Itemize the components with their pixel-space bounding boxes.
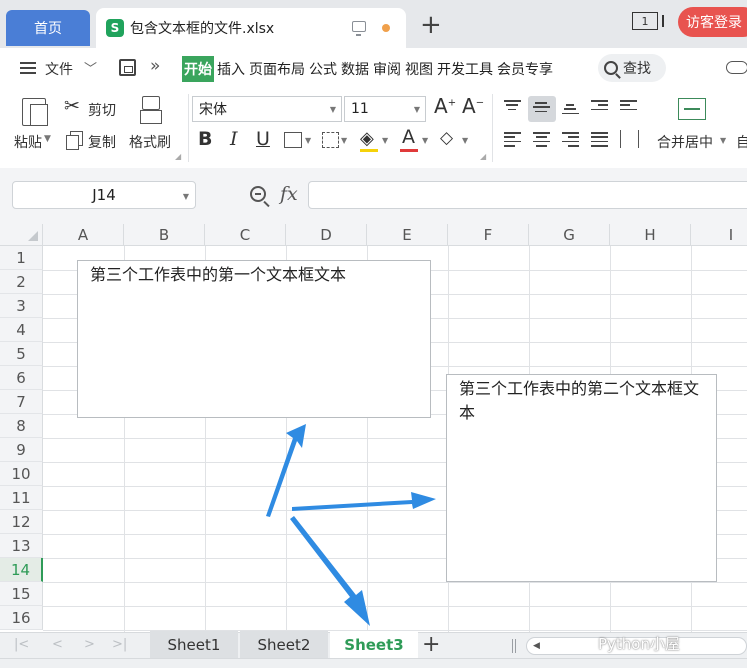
new-tab-button[interactable]: +: [420, 12, 442, 38]
prev-sheet-icon[interactable]: <: [52, 637, 63, 652]
first-sheet-icon[interactable]: |<: [14, 637, 29, 652]
save-icon[interactable]: [119, 59, 136, 76]
chevron-down-icon[interactable]: ▼: [720, 136, 726, 145]
tab-home[interactable]: 首页: [6, 10, 90, 46]
decrease-font-icon[interactable]: A−: [462, 94, 484, 118]
ribbon-tabs: 开始 插入 页面布局 公式 数据 审阅 视图 开发工具 会员专享: [182, 56, 556, 82]
watermark: Python小屋: [598, 635, 680, 653]
bold-button[interactable]: B: [198, 128, 212, 150]
paste-dropdown-icon[interactable]: ▼: [44, 134, 51, 144]
tab-start[interactable]: 开始: [182, 56, 214, 82]
cut-label: 剪切: [88, 103, 116, 119]
zoom-out-icon[interactable]: [250, 186, 266, 202]
last-sheet-icon[interactable]: >|: [112, 637, 127, 652]
copy-label: 复制: [88, 135, 116, 151]
underline-button[interactable]: U: [256, 128, 270, 150]
ribbon-overflow-label[interactable]: 自: [736, 132, 747, 152]
sheet-tab-sheet3[interactable]: Sheet3: [330, 631, 418, 658]
chevron-down-icon: ▼: [329, 105, 336, 114]
tab-data[interactable]: 数据: [340, 56, 370, 82]
double-chevron-right-icon[interactable]: »: [150, 56, 160, 76]
arrow-to-sheet3-tab: [290, 516, 370, 626]
chevron-down-icon[interactable]: ﹀: [84, 58, 97, 77]
arrow-to-second-text-box: [292, 492, 436, 511]
paste-label: 粘贴: [14, 135, 42, 151]
chevron-down-icon[interactable]: ▼: [462, 136, 468, 145]
file-menu[interactable]: 文件: [45, 59, 73, 79]
title-tab-bar: 首页 S 包含文本框的文件.xlsx + 1 访客登录: [0, 0, 747, 48]
search-icon: [604, 61, 618, 75]
brush-icon: [142, 96, 160, 110]
font-size-value: 11: [351, 101, 369, 117]
monitor-icon[interactable]: [352, 21, 366, 36]
sheet-tab-bar: |< < > >| Sheet1 Sheet2 Sheet3 + ◀ Pytho…: [0, 631, 747, 658]
font-name-select[interactable]: 宋体 ▼: [192, 96, 342, 122]
justify-icon[interactable]: [591, 132, 608, 147]
font-name-value: 宋体: [199, 102, 227, 118]
sheet-tab-sheet1[interactable]: Sheet1: [150, 631, 238, 658]
tab-formulas[interactable]: 公式: [308, 56, 338, 82]
document-title: 包含文本框的文件.xlsx: [130, 21, 275, 37]
tab-member[interactable]: 会员专享: [496, 56, 554, 82]
chevron-down-icon[interactable]: ▼: [382, 136, 388, 145]
search-button[interactable]: 查找: [598, 54, 666, 82]
spreadsheet-logo-icon: S: [106, 19, 124, 37]
chevron-down-icon[interactable]: ▼: [341, 136, 347, 145]
increase-indent-icon[interactable]: [620, 100, 637, 114]
align-center-icon[interactable]: [533, 132, 550, 147]
distributed-align-icon[interactable]: [620, 130, 639, 148]
hamburger-menu-icon[interactable]: [20, 62, 36, 74]
align-bottom-icon[interactable]: [562, 104, 579, 118]
name-box[interactable]: J14 ▼: [12, 181, 196, 209]
formula-bar: J14 ▼ fx: [0, 168, 747, 224]
tab-review[interactable]: 审阅: [372, 56, 402, 82]
cloud-icon[interactable]: [726, 61, 747, 74]
align-top-icon[interactable]: [504, 100, 521, 114]
window-count-badge[interactable]: 1: [632, 12, 664, 30]
merge-center-label: 合并居中: [657, 135, 713, 151]
tab-developer[interactable]: 开发工具: [436, 56, 494, 82]
chevron-down-icon: ▼: [413, 105, 420, 114]
align-right-icon[interactable]: [562, 132, 579, 147]
fill-pattern-icon[interactable]: [322, 132, 339, 148]
font-color-button[interactable]: A: [402, 126, 415, 148]
tab-page-layout[interactable]: 页面布局: [248, 56, 306, 82]
decrease-indent-icon[interactable]: [591, 100, 608, 114]
scissors-icon: ✂: [64, 95, 80, 117]
spreadsheet-grid[interactable]: A B C D E F G H I 1 2 3 4 5 6 7 8 9 10 1…: [0, 224, 747, 632]
guest-login-button[interactable]: 访客登录: [678, 7, 747, 37]
format-painter-label: 格式刷: [129, 135, 171, 151]
sheet-tab-sheet2[interactable]: Sheet2: [240, 631, 328, 658]
arrow-to-first-text-box: [266, 424, 306, 517]
annotation-arrows: [266, 424, 436, 626]
scroll-left-icon[interactable]: ◀: [533, 641, 540, 651]
align-middle-icon[interactable]: [533, 102, 550, 116]
font-group-expand-icon[interactable]: ◢: [480, 152, 486, 161]
italic-button[interactable]: I: [230, 128, 238, 150]
status-bar: [0, 658, 747, 668]
search-label: 查找: [623, 61, 651, 77]
font-size-select[interactable]: 11 ▼: [344, 96, 426, 122]
formula-input[interactable]: [308, 181, 747, 209]
eraser-icon[interactable]: ◇: [440, 128, 453, 148]
scroll-split-handle[interactable]: [512, 639, 516, 653]
borders-icon[interactable]: [284, 132, 302, 148]
clipboard-group-expand-icon[interactable]: ◢: [175, 152, 181, 161]
tab-insert[interactable]: 插入: [216, 56, 246, 82]
unsaved-dot-icon: [382, 24, 390, 32]
menu-bar: 文件 ﹀ » 开始 插入 页面布局 公式 数据 审阅 视图 开发工具 会员专享 …: [0, 48, 747, 88]
chevron-down-icon: ▼: [182, 192, 189, 201]
chevron-down-icon[interactable]: ▼: [305, 136, 311, 145]
chevron-down-icon[interactable]: ▼: [422, 136, 428, 145]
add-sheet-button[interactable]: +: [422, 632, 440, 657]
ribbon-toolbar: 粘贴 ▼ ✂ 剪切 复制 格式刷 ◢ 宋体 ▼ 11 ▼ A+ A− B I U…: [0, 88, 747, 168]
insert-function-button[interactable]: fx: [280, 183, 298, 205]
cell-reference: J14: [92, 186, 116, 204]
next-sheet-icon[interactable]: >: [84, 637, 95, 652]
tab-view[interactable]: 视图: [404, 56, 434, 82]
fill-color-icon[interactable]: ◈: [360, 128, 374, 149]
tab-document[interactable]: S 包含文本框的文件.xlsx: [96, 8, 406, 48]
increase-font-icon[interactable]: A+: [434, 94, 456, 118]
align-left-icon[interactable]: [504, 132, 521, 147]
